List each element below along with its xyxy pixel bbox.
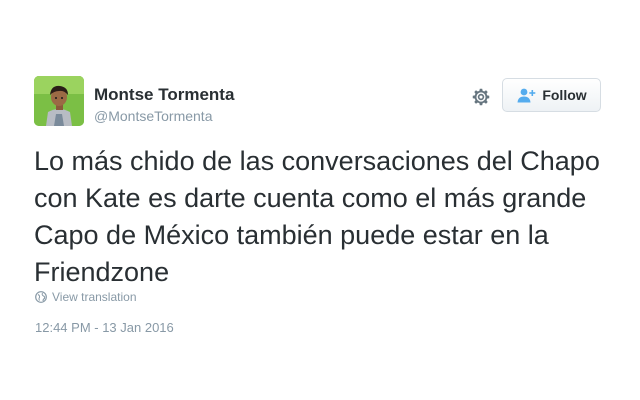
add-person-icon	[517, 88, 536, 103]
tweet-text: Lo más chido de las conversaciones del C…	[34, 146, 600, 287]
user-avatar[interactable]	[34, 76, 84, 126]
globe-icon	[35, 291, 47, 303]
avatar-character-icon	[34, 76, 84, 126]
tweet-timestamp[interactable]: 12:44 PM - 13 Jan 2016	[35, 320, 174, 335]
follow-button[interactable]: Follow	[502, 78, 601, 112]
tweet-card: Montse Tormenta @MontseTormenta Follow L…	[0, 0, 640, 400]
user-display-name[interactable]: Montse Tormenta	[94, 85, 234, 105]
view-translation-link[interactable]: View translation	[35, 290, 137, 304]
user-handle[interactable]: @MontseTormenta	[94, 108, 212, 124]
gear-icon[interactable]	[470, 86, 492, 108]
follow-button-label: Follow	[542, 87, 587, 103]
view-translation-label: View translation	[52, 290, 137, 304]
